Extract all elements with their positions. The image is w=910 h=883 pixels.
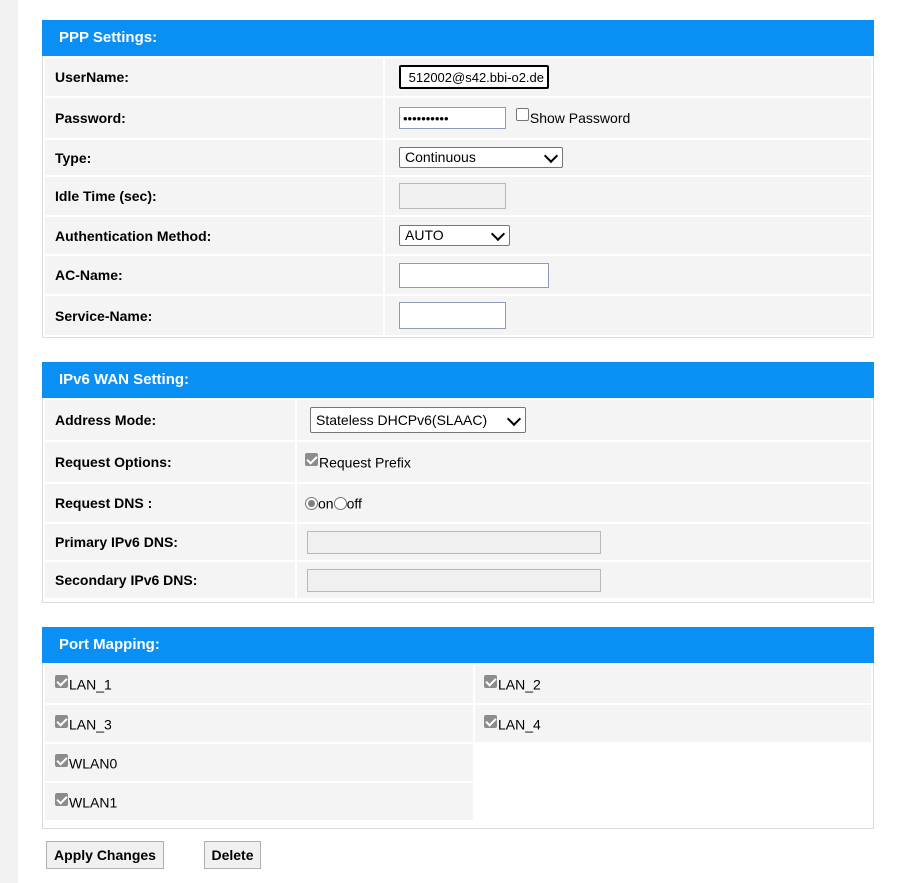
auth-method-select[interactable]: AUTO	[399, 225, 510, 246]
ipv6-wan-section: IPv6 WAN Setting: Address Mode: Stateles…	[42, 362, 874, 603]
port-lan2-label: LAN_2	[498, 676, 541, 693]
dns-off-radio[interactable]	[333, 497, 347, 511]
ppp-settings-section: PPP Settings: UserName: Password: Show P…	[42, 20, 874, 338]
wan-config-page: PPP Settings: UserName: Password: Show P…	[0, 0, 910, 883]
port-lan1-label: LAN_1	[69, 676, 112, 693]
apply-changes-button[interactable]: Apply Changes	[46, 841, 164, 869]
port-wlan0-checkbox[interactable]	[55, 753, 68, 767]
primary-ipv6-dns-input[interactable]	[307, 530, 601, 554]
request-prefix-label: Request Prefix	[319, 454, 411, 471]
ac-name-input[interactable]	[399, 262, 549, 288]
port-wlan0-label: WLAN0	[69, 755, 118, 772]
address-mode-select-value: Stateless DHCPv6(SLAAC)	[316, 412, 488, 428]
dns-on-radio[interactable]	[305, 497, 318, 511]
chevron-down-icon	[543, 148, 559, 164]
chevron-down-icon	[506, 411, 522, 427]
port-wlan1-cell: WLAN1	[45, 783, 473, 820]
secondary-ipv6-dns-input[interactable]	[307, 568, 601, 592]
port-mapping-section: Port Mapping: LAN_1 LAN_2 LAN_3 LAN_4 WL…	[42, 627, 874, 829]
port-wlan1-label: WLAN1	[69, 794, 118, 811]
port-lan1-checkbox[interactable]	[55, 675, 68, 689]
delete-button[interactable]: Delete	[204, 841, 261, 869]
port-mapping-table: LAN_1 LAN_2 LAN_3 LAN_4 WLAN0 WLAN1	[43, 663, 873, 822]
password-input[interactable]	[399, 107, 506, 129]
idle-time-label: Idle Time (sec):	[45, 177, 383, 215]
address-mode-label: Address Mode:	[45, 400, 295, 440]
port-lan3-label: LAN_3	[69, 716, 112, 733]
left-gutter	[0, 0, 18, 883]
port-lan3-cell: LAN_3	[45, 705, 473, 742]
secondary-ipv6-dns-label: Secondary IPv6 DNS:	[45, 562, 295, 598]
ipv6-wan-table: Address Mode: Stateless DHCPv6(SLAAC) Re…	[43, 398, 873, 600]
port-lan2-cell: LAN_2	[475, 665, 871, 703]
type-label: Type:	[45, 140, 383, 175]
request-options-label: Request Options:	[45, 442, 295, 482]
show-password-checkbox[interactable]	[515, 107, 529, 121]
show-password-label: Show Password	[529, 110, 631, 126]
port-lan4-label: LAN_4	[498, 716, 541, 733]
port-wlan1-checkbox[interactable]	[55, 792, 68, 806]
ac-name-label: AC-Name:	[45, 256, 383, 294]
ppp-settings-table: UserName: Password: Show Password Type: …	[43, 56, 873, 337]
port-wlan0-cell: WLAN0	[45, 744, 473, 781]
port-lan3-checkbox[interactable]	[55, 714, 68, 728]
port-mapping-header: Port Mapping:	[42, 627, 874, 663]
dns-on-label: on	[318, 495, 334, 512]
empty-cell	[475, 783, 871, 820]
request-dns-label: Request DNS :	[45, 484, 295, 522]
primary-ipv6-dns-label: Primary IPv6 DNS:	[45, 524, 295, 560]
ipv6-wan-header: IPv6 WAN Setting:	[42, 362, 874, 398]
port-lan2-checkbox[interactable]	[484, 675, 497, 689]
type-select-value: Continuous	[405, 149, 476, 165]
dns-off-label: off	[346, 495, 362, 512]
port-lan1-cell: LAN_1	[45, 665, 473, 703]
request-prefix-checkbox[interactable]	[305, 453, 318, 467]
port-lan4-checkbox[interactable]	[484, 714, 497, 728]
username-label: UserName:	[45, 58, 383, 96]
password-label: Password:	[45, 98, 383, 138]
service-name-input[interactable]	[399, 302, 506, 329]
ppp-settings-header: PPP Settings:	[42, 20, 874, 56]
type-select[interactable]: Continuous	[399, 147, 563, 168]
service-name-label: Service-Name:	[45, 296, 383, 335]
chevron-down-icon	[490, 226, 506, 242]
auth-method-select-value: AUTO	[405, 227, 444, 243]
username-input[interactable]	[399, 65, 549, 89]
empty-cell	[475, 744, 871, 781]
auth-method-label: Authentication Method:	[45, 217, 383, 254]
idle-time-input[interactable]	[399, 183, 506, 209]
address-mode-select[interactable]: Stateless DHCPv6(SLAAC)	[310, 407, 526, 433]
port-lan4-cell: LAN_4	[475, 705, 871, 742]
